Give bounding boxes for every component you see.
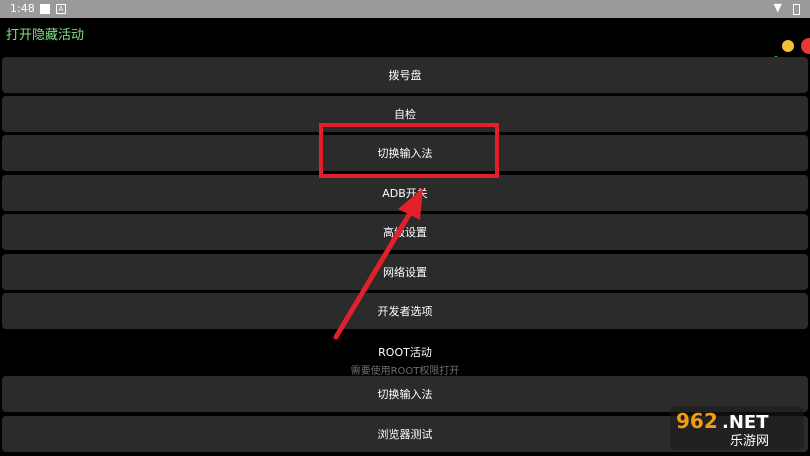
root-section-heading: ROOT活动	[378, 346, 432, 359]
self-test-label: 自检	[394, 108, 416, 121]
wifi-icon: ▼	[773, 1, 782, 14]
browser-test-label: 浏览器测试	[377, 428, 433, 441]
adb-toggle-label: ADB开关	[382, 187, 428, 200]
highlight-box	[319, 123, 499, 178]
dialer-button[interactable]: 拨号盘	[2, 57, 808, 93]
yellow-circle-icon[interactable]	[782, 40, 794, 52]
red-circle-icon[interactable]	[801, 38, 810, 54]
svg-text:962: 962	[676, 409, 718, 433]
site-watermark-logo: 962 .NET 乐游网	[670, 406, 804, 450]
advanced-settings-label: 高级设置	[383, 226, 427, 239]
notification-square-icon	[40, 4, 50, 14]
developer-options-label: 开发者选项	[377, 305, 433, 318]
app-bar: 打开隐藏活动	[0, 18, 810, 60]
developer-options-button[interactable]: 开发者选项	[2, 293, 808, 329]
root-section-header: ROOT活动 需要使用ROOT权限打开	[0, 344, 810, 377]
svg-text:.NET: .NET	[722, 412, 769, 433]
root-section-subtitle: 需要使用ROOT权限打开	[350, 366, 460, 377]
dialer-label: 拨号盘	[388, 69, 422, 82]
network-settings-label: 网络设置	[383, 266, 427, 279]
status-bar: 1:48 A ▼	[0, 0, 810, 18]
network-settings-button[interactable]: 网络设置	[2, 254, 808, 290]
status-time: 1:48	[10, 2, 35, 15]
advanced-settings-button[interactable]: 高级设置	[2, 214, 808, 250]
root-switch-ime-label: 切换输入法	[377, 388, 433, 401]
a-badge-icon: A	[56, 4, 66, 14]
page-title: 打开隐藏活动	[6, 28, 85, 43]
battery-icon	[793, 4, 800, 15]
adb-toggle-button[interactable]: ADB开关	[2, 175, 808, 211]
svg-text:乐游网: 乐游网	[730, 434, 769, 449]
